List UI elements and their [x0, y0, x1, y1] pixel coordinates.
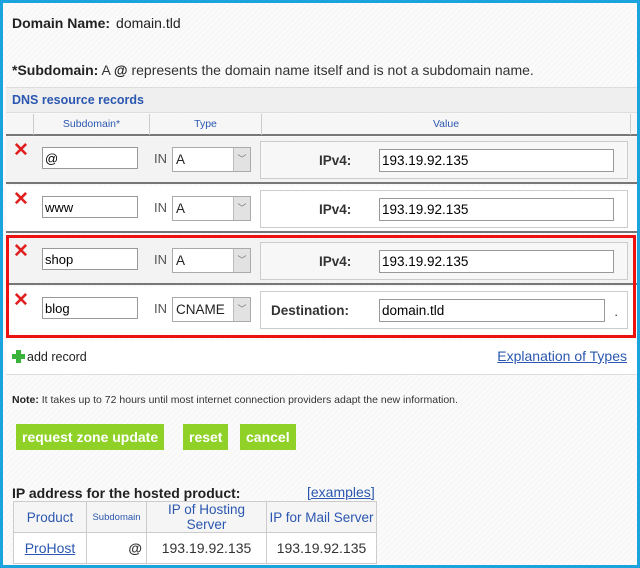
subdomain-note-prefix: A: [98, 62, 114, 78]
type-select-value: A: [176, 201, 186, 216]
reset-button[interactable]: reset: [183, 424, 229, 450]
dns-record-row: ✕ IN A﹀ IPv4:: [6, 238, 637, 285]
dns-records-title: DNS resource records: [12, 93, 145, 107]
dns-editor-panel: Domain Name: domain.tld *Subdomain: A @ r…: [0, 0, 640, 568]
value-box: IPv4:: [260, 190, 628, 228]
domain-name: Domain Name: domain.tld: [12, 15, 181, 31]
value-input[interactable]: [379, 198, 614, 221]
subdomain-note-label: *Subdomain:: [12, 62, 99, 78]
type-select[interactable]: A ﹀: [172, 248, 251, 273]
bracket-close: ]: [370, 484, 375, 500]
header-product: Product: [13, 501, 87, 533]
product-link[interactable]: ProHost: [25, 540, 76, 556]
subdomain-cell: @: [86, 532, 147, 564]
domain-name-value: domain.tld: [116, 15, 181, 31]
value-input[interactable]: [379, 250, 614, 273]
type-select[interactable]: CNAME ﹀: [172, 297, 251, 322]
subdomain-input[interactable]: [42, 147, 138, 169]
value-box: Destination: .: [260, 291, 628, 329]
subdomain-input[interactable]: [42, 196, 138, 218]
examples-link[interactable]: examples: [311, 484, 371, 500]
type-select-value: CNAME: [176, 302, 225, 317]
value-box: IPv4:: [260, 242, 628, 280]
cancel-button[interactable]: cancel: [240, 424, 296, 450]
type-select-value: A: [176, 253, 186, 268]
subdomain-input[interactable]: [42, 248, 138, 270]
hosting-ip-cell: 193.19.92.135: [146, 532, 267, 564]
note-text: It takes up to 72 hours until most inter…: [38, 394, 458, 406]
request-zone-update-button[interactable]: request zone update: [16, 424, 165, 450]
header-subdomain: Subdomain: [86, 501, 147, 533]
type-select-value: A: [176, 152, 186, 167]
delete-icon[interactable]: ✕: [13, 242, 29, 262]
type-select[interactable]: A ﹀: [172, 147, 251, 172]
dns-record-row: ✕ IN A﹀ IPv4:: [6, 137, 637, 184]
header-hosting-ip: IP of Hosting Server: [146, 501, 267, 533]
ip-section-title: IP address for the hosted product:: [12, 485, 241, 501]
examples: [examples]: [307, 484, 375, 500]
subdomain-note: *Subdomain: A @ represents the domain na…: [12, 62, 534, 78]
value-input[interactable]: [379, 149, 614, 172]
value-label: IPv4:: [319, 153, 352, 168]
dns-records-header: DNS resource records: [6, 87, 637, 113]
table-header-row: Product Subdomain IP of Hosting Server I…: [13, 501, 377, 533]
value-label: Destination:: [271, 303, 350, 318]
delete-icon[interactable]: ✕: [13, 190, 29, 210]
fqdn-dot: .: [614, 304, 618, 319]
mail-ip-cell: 193.19.92.135: [266, 532, 377, 564]
class-label: IN: [154, 200, 167, 215]
plus-icon[interactable]: [12, 350, 25, 363]
dns-record-row: ✕ IN CNAME ﹀ Destination: .: [6, 287, 637, 334]
product-cell: ProHost: [13, 532, 87, 564]
propagation-note: Note: It takes up to 72 hours until most…: [12, 394, 458, 406]
note-label: Note:: [12, 394, 39, 406]
domain-name-label: Domain Name:: [12, 15, 111, 31]
value-box: IPv4:: [260, 141, 628, 179]
delete-icon[interactable]: ✕: [13, 141, 29, 161]
chevron-down-icon[interactable]: ﹀: [233, 197, 250, 220]
dns-record-row: ✕ IN A﹀ IPv4:: [6, 186, 637, 233]
chevron-down-icon[interactable]: ﹀: [233, 148, 250, 171]
value-input[interactable]: [379, 299, 605, 322]
subdomain-note-text: represents the domain name itself and is…: [127, 62, 534, 78]
header-mail-ip: IP for Mail Server: [266, 501, 377, 533]
at-symbol: @: [113, 62, 128, 78]
col-value: Value: [261, 114, 631, 135]
col-type: Type: [149, 114, 261, 135]
subdomain-input[interactable]: [42, 297, 138, 319]
class-label: IN: [154, 151, 167, 166]
class-label: IN: [154, 252, 167, 267]
hosted-product-table: Product Subdomain IP of Hosting Server I…: [13, 501, 377, 564]
type-select[interactable]: A ﹀: [172, 196, 251, 221]
dns-column-headers: Subdomain* Type Value: [6, 114, 637, 136]
explanation-of-types-link[interactable]: Explanation of Types: [497, 348, 627, 364]
chevron-down-icon[interactable]: ﹀: [233, 298, 250, 321]
table-row: ProHost @ 193.19.92.135 193.19.92.135: [13, 532, 377, 564]
add-record-link[interactable]: add record: [27, 350, 87, 364]
class-label: IN: [154, 301, 167, 316]
delete-icon[interactable]: ✕: [13, 291, 29, 311]
chevron-down-icon[interactable]: ﹀: [233, 249, 250, 272]
add-record-row: add record Explanation of Types: [6, 340, 637, 375]
col-subdomain: Subdomain*: [33, 114, 149, 135]
value-label: IPv4:: [319, 254, 352, 269]
value-label: IPv4:: [319, 202, 352, 217]
